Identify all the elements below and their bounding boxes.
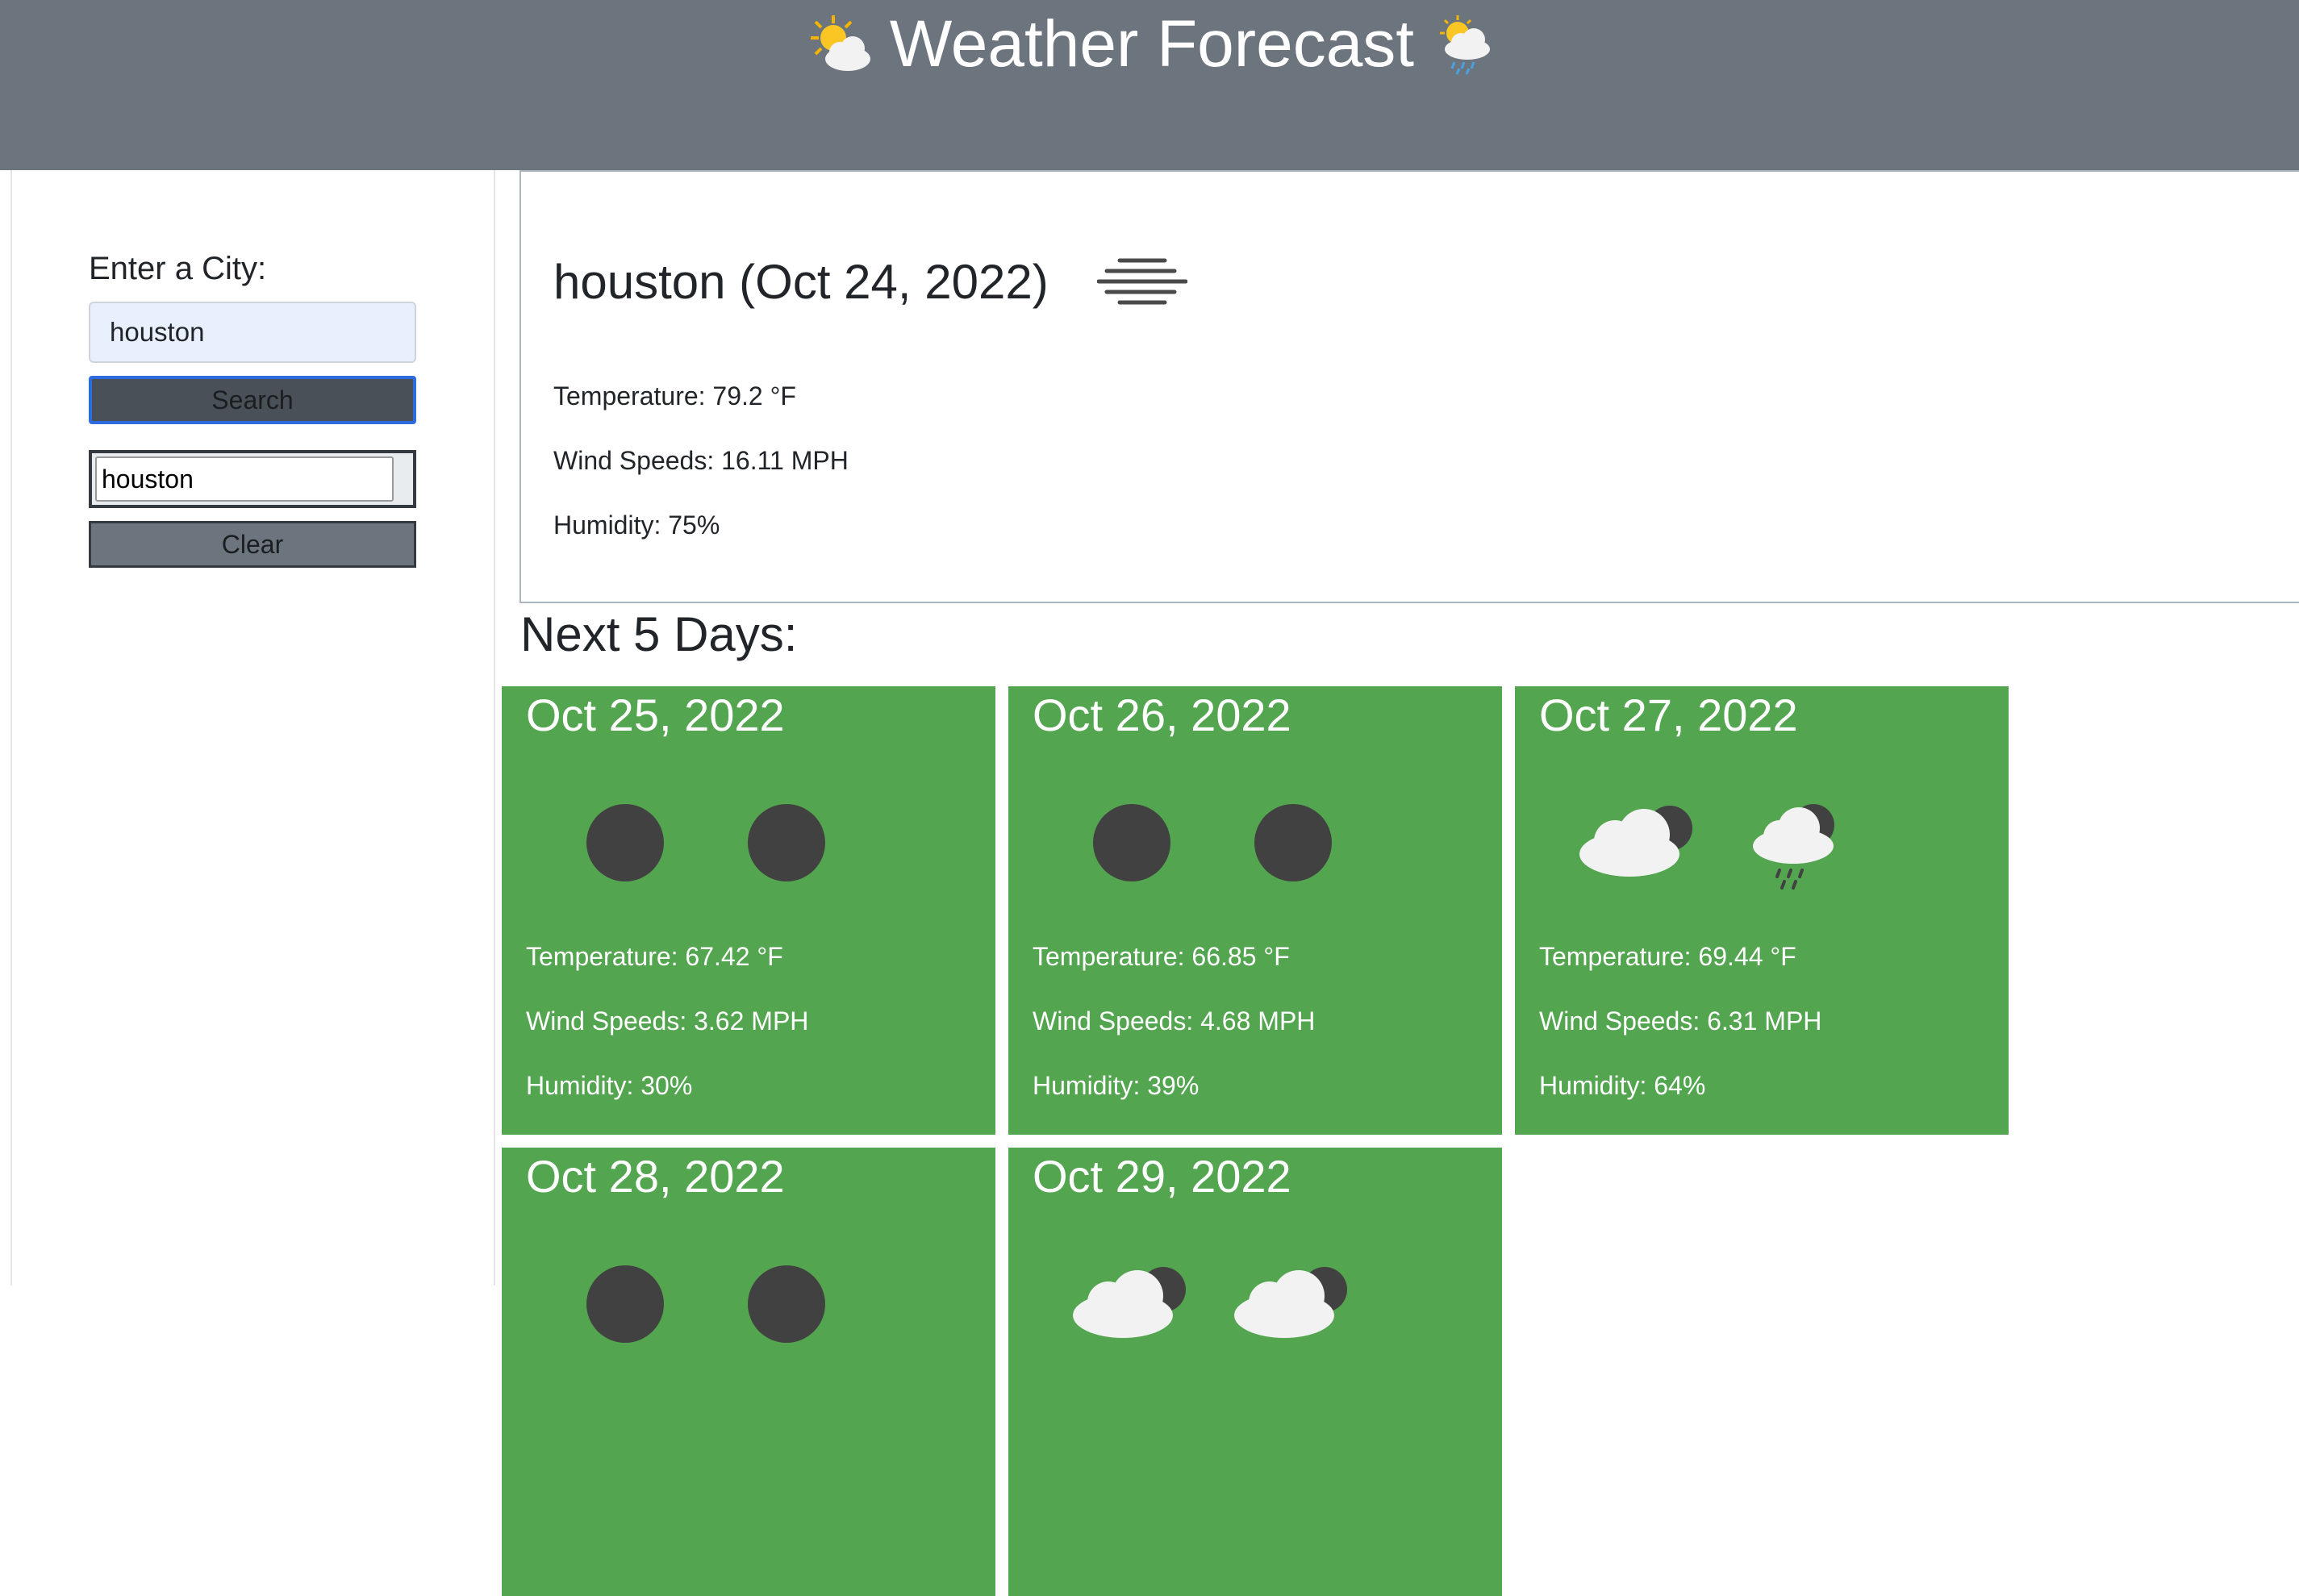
- dark-circle-icon: [586, 804, 664, 881]
- cloud-rain-sun-icon: [1440, 15, 1491, 75]
- current-wind: Wind Speeds: 16.11 MPH: [553, 446, 849, 475]
- clear-button[interactable]: Clear: [89, 521, 416, 568]
- cloud-night-rain-icons: [1579, 804, 1834, 890]
- forecast-card: Oct 28, 2022: [502, 1148, 995, 1596]
- current-weather-panel: houston (Oct 24, 2022) Temperature: 79.2…: [519, 170, 2299, 603]
- left-divider: [10, 170, 12, 1286]
- city-input[interactable]: [89, 302, 416, 363]
- dark-circle-icon: [748, 804, 825, 881]
- dark-circle-icon-pair: [586, 1265, 825, 1343]
- current-weather-header: houston (Oct 24, 2022): [553, 249, 1187, 314]
- rain-night-icon: [1753, 804, 1834, 890]
- forecast-date: Oct 25, 2022: [526, 690, 785, 740]
- current-humidity: Humidity: 75%: [553, 510, 720, 540]
- forecast-wind: Wind Speeds: 4.68 MPH: [1033, 1006, 1316, 1036]
- header-title-row: Weather Forecast: [0, 0, 2299, 89]
- sidebar: Enter a City: Search houston Clear: [89, 247, 416, 568]
- forecast-temperature: Temperature: 66.85 °F: [1033, 942, 1290, 971]
- forecast-date: Oct 26, 2022: [1033, 690, 1291, 740]
- forecast-card: Oct 27, 2022 Temperature: 69.44 °F Wind …: [1515, 686, 2009, 1135]
- current-temperature: Temperature: 79.2 °F: [553, 381, 796, 410]
- forecast-card: Oct 25, 2022 Temperature: 67.42 °F Wind …: [502, 686, 995, 1135]
- current-city-title: houston (Oct 24, 2022): [553, 254, 1049, 309]
- forecast-card: Oct 26, 2022 Temperature: 66.85 °F Wind …: [1008, 686, 1502, 1135]
- dark-circle-icon: [748, 1265, 825, 1343]
- sun-behind-cloud-icon: [810, 15, 870, 71]
- forecast-date: Oct 27, 2022: [1539, 690, 1798, 740]
- dark-circle-icon: [1254, 804, 1332, 881]
- forecast-title: Next 5 Days:: [520, 607, 798, 661]
- forecast-humidity: Humidity: 30%: [526, 1071, 693, 1100]
- search-history-list: houston: [89, 450, 416, 508]
- forecast-date: Oct 29, 2022: [1033, 1151, 1291, 1202]
- search-button[interactable]: Search: [89, 376, 416, 424]
- dark-circle-icon-pair: [1093, 804, 1332, 881]
- header: Weather Forecast: [0, 0, 2299, 170]
- forecast-date: Oct 28, 2022: [526, 1151, 785, 1202]
- forecast-wind: Wind Speeds: 3.62 MPH: [526, 1006, 809, 1036]
- forecast-card: Oct 29, 2022: [1008, 1148, 1502, 1596]
- cloud-night-icon: [1073, 1267, 1186, 1338]
- forecast-wind: Wind Speeds: 6.31 MPH: [1539, 1006, 1822, 1036]
- app-title: Weather Forecast: [889, 7, 1415, 81]
- forecast-temperature: Temperature: 69.44 °F: [1539, 942, 1796, 971]
- mist-icon: [1096, 258, 1187, 305]
- dark-circle-icon: [1093, 804, 1170, 881]
- dark-circle-icon: [586, 1265, 664, 1343]
- forecast-humidity: Humidity: 39%: [1033, 1071, 1200, 1100]
- cloud-night-icon: [1234, 1267, 1347, 1338]
- forecast-temperature: Temperature: 67.42 °F: [526, 942, 783, 971]
- cloud-night-icon-pair: [1073, 1267, 1347, 1338]
- cloud-night-icon: [1579, 806, 1692, 877]
- sidebar-divider: [494, 170, 495, 1286]
- dark-circle-icon-pair: [586, 804, 825, 881]
- city-label: Enter a City:: [89, 251, 267, 286]
- forecast-humidity: Humidity: 64%: [1539, 1071, 1706, 1100]
- history-item-houston[interactable]: houston: [95, 456, 394, 502]
